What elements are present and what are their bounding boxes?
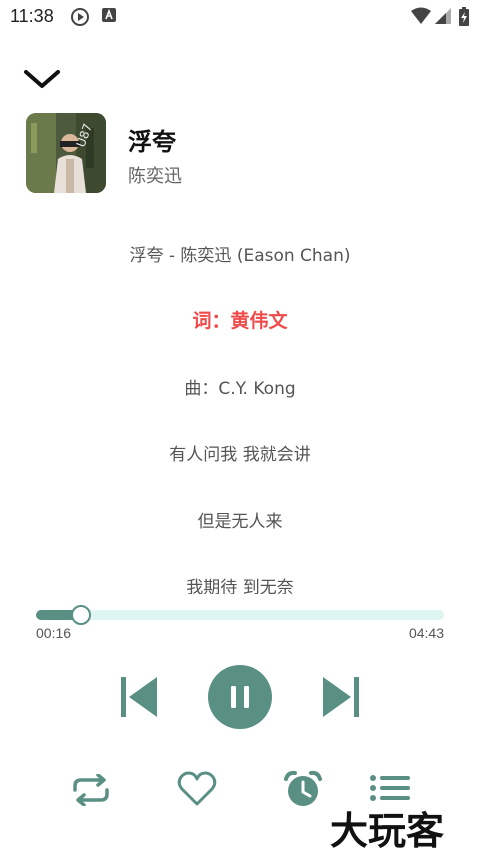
lyric-line: 曲：C.Y. Kong <box>184 379 296 399</box>
song-title: 浮夸 <box>128 128 176 156</box>
media-playing-icon <box>71 8 89 26</box>
pause-icon <box>231 686 249 708</box>
song-artist: 陈奕迅 <box>128 166 182 187</box>
repeat-icon[interactable] <box>71 774 111 806</box>
status-time: 11:38 <box>10 6 54 26</box>
skip-next-icon[interactable] <box>323 677 359 717</box>
wifi-icon <box>411 7 431 24</box>
progress-thumb[interactable] <box>71 605 91 625</box>
album-art: U87 <box>26 113 106 193</box>
status-bar: 11:38 <box>0 0 480 32</box>
battery-charging-icon <box>459 7 469 26</box>
total-duration: 04:43 <box>408 625 444 641</box>
lyric-line: 浮夸 - 陈奕迅 (Eason Chan) <box>129 246 351 266</box>
lyric-line: 但是无人来 <box>197 512 283 532</box>
elapsed-time: 00:16 <box>36 625 72 641</box>
lyrics-panel[interactable]: 浮夸 - 陈奕迅 (Eason Chan) 词：黄伟文 曲：C.Y. Kong … <box>0 232 480 594</box>
notification-a-icon <box>102 8 116 22</box>
alarm-icon[interactable] <box>283 770 323 808</box>
heart-icon[interactable] <box>177 771 217 807</box>
chevron-down-icon[interactable] <box>22 66 62 94</box>
progress-bar[interactable] <box>36 605 444 625</box>
cellular-signal-icon <box>435 8 451 24</box>
lyric-line: 有人问我 我就会讲 <box>169 445 311 465</box>
watermark: 大玩客 <box>330 809 445 853</box>
skip-previous-icon[interactable] <box>121 677 157 717</box>
pause-button[interactable] <box>208 665 272 729</box>
lyric-line: 我期待 到无奈 <box>186 578 294 594</box>
lyric-line-active: 词：黄伟文 <box>192 310 288 332</box>
